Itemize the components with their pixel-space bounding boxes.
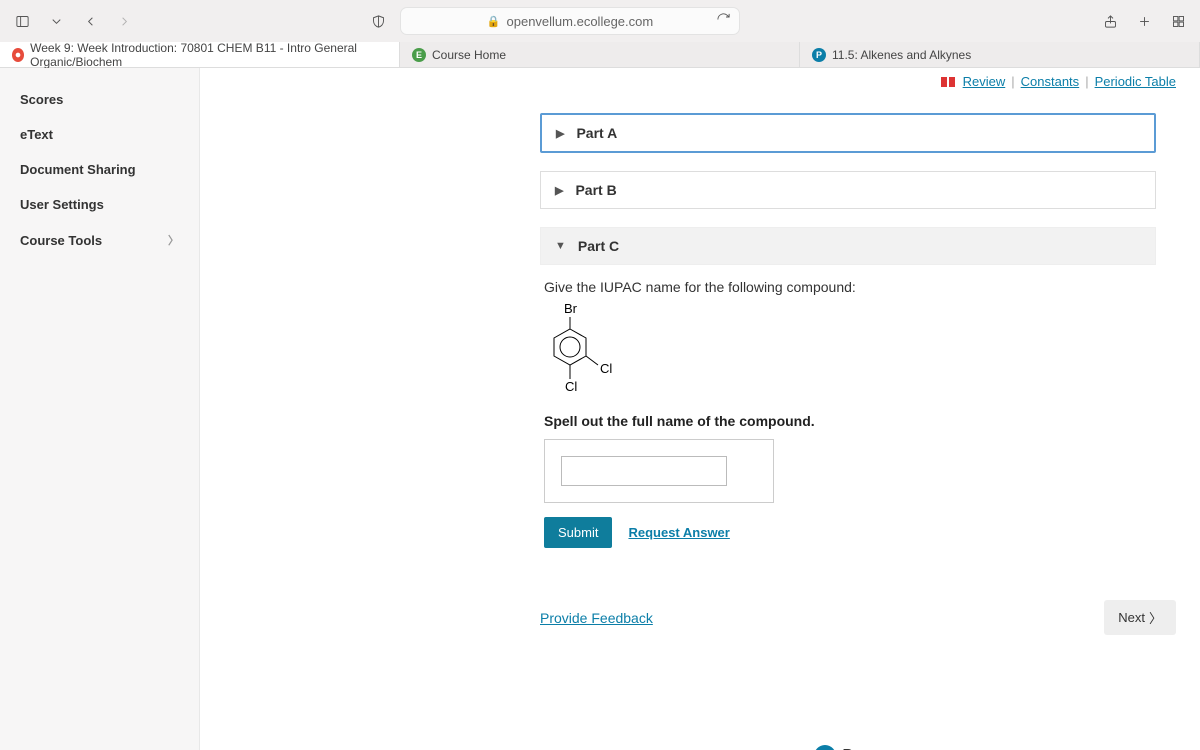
plus-icon[interactable] <box>1132 9 1156 33</box>
next-label: Next <box>1118 610 1145 625</box>
book-icon <box>941 77 955 87</box>
pearson-logo-icon: P <box>814 745 836 750</box>
sidebar-item-document-sharing[interactable]: Document Sharing <box>0 152 199 187</box>
molecule-figure: Br Cl Cl <box>548 301 1152 401</box>
footer: P Pearson Copyright © 2022 Pearson Educa… <box>540 745 1176 750</box>
answer-instruction: Spell out the full name of the compound. <box>544 413 1152 429</box>
cl-label: Cl <box>600 361 612 376</box>
arrow-right-icon: ▶ <box>556 127 564 140</box>
sidebar-item-label: Document Sharing <box>20 162 136 177</box>
tab-label: Course Home <box>432 48 506 62</box>
answer-container <box>544 439 774 503</box>
tab-week9[interactable]: Week 9: Week Introduction: 70801 CHEM B1… <box>0 42 400 67</box>
part-label: Part A <box>576 125 617 141</box>
part-label: Part C <box>578 238 619 254</box>
question-prompt: Give the IUPAC name for the following co… <box>544 279 1152 295</box>
forward-icon[interactable] <box>112 9 136 33</box>
chevron-down-icon[interactable] <box>44 9 68 33</box>
part-c-body: Give the IUPAC name for the following co… <box>540 265 1156 562</box>
tab-section[interactable]: P 11.5: Alkenes and Alkynes <box>800 42 1200 67</box>
course-icon: E <box>412 48 426 62</box>
tab-course-home[interactable]: E Course Home <box>400 42 800 67</box>
sidebar-item-course-tools[interactable]: Course Tools 〉 <box>0 222 199 258</box>
periodic-table-link[interactable]: Periodic Table <box>1095 74 1176 89</box>
sidebar-item-label: Scores <box>20 92 63 107</box>
main-content: Review | Constants | Periodic Table ▶ Pa… <box>200 68 1200 750</box>
review-link[interactable]: Review <box>963 74 1006 89</box>
browser-toolbar: 🔒 openvellum.ecollege.com <box>0 0 1200 42</box>
constants-link[interactable]: Constants <box>1021 74 1080 89</box>
answer-input[interactable] <box>561 456 727 486</box>
sidebar-item-label: Course Tools <box>20 233 102 248</box>
next-button[interactable]: Next 〉 <box>1104 600 1176 635</box>
chevron-right-icon: 〉 <box>1149 608 1162 627</box>
sidebar-item-label: User Settings <box>20 197 104 212</box>
tab-label: 11.5: Alkenes and Alkynes <box>832 48 971 62</box>
back-icon[interactable] <box>78 9 102 33</box>
submit-button[interactable]: Submit <box>544 517 612 548</box>
lock-icon: 🔒 <box>487 15 501 28</box>
tab-strip: Week 9: Week Introduction: 70801 CHEM B1… <box>0 42 1200 68</box>
pearson-icon: P <box>812 48 826 62</box>
sidebar-item-user-settings[interactable]: User Settings <box>0 187 199 222</box>
canvas-icon <box>12 48 24 62</box>
shield-icon[interactable] <box>366 9 390 33</box>
url-bar[interactable]: 🔒 openvellum.ecollege.com <box>400 7 740 35</box>
cl-label: Cl <box>565 379 577 394</box>
sidebar-item-label: eText <box>20 127 53 142</box>
url-text: openvellum.ecollege.com <box>507 14 654 29</box>
sidebar-item-etext[interactable]: eText <box>0 117 199 152</box>
provide-feedback-link[interactable]: Provide Feedback <box>540 610 653 626</box>
part-c-header[interactable]: ▼ Part C <box>540 227 1156 265</box>
br-label: Br <box>564 301 578 316</box>
sidebar-toggle-icon[interactable] <box>10 9 34 33</box>
tab-label: Week 9: Week Introduction: 70801 CHEM B1… <box>30 41 387 69</box>
chevron-right-icon: 〉 <box>168 232 179 248</box>
arrow-right-icon: ▶ <box>555 184 563 197</box>
tabs-grid-icon[interactable] <box>1166 9 1190 33</box>
request-answer-link[interactable]: Request Answer <box>628 525 729 540</box>
part-a-header[interactable]: ▶ Part A <box>540 113 1156 153</box>
share-icon[interactable] <box>1098 9 1122 33</box>
reload-icon[interactable] <box>716 12 731 30</box>
part-b-header[interactable]: ▶ Part B <box>540 171 1156 209</box>
sidebar: Scores eText Document Sharing User Setti… <box>0 68 200 750</box>
footer-brand: P Pearson <box>540 745 1176 750</box>
part-label: Part B <box>575 182 616 198</box>
sidebar-item-scores[interactable]: Scores <box>0 82 199 117</box>
arrow-down-icon: ▼ <box>555 240 566 252</box>
resource-links: Review | Constants | Periodic Table <box>200 68 1200 95</box>
